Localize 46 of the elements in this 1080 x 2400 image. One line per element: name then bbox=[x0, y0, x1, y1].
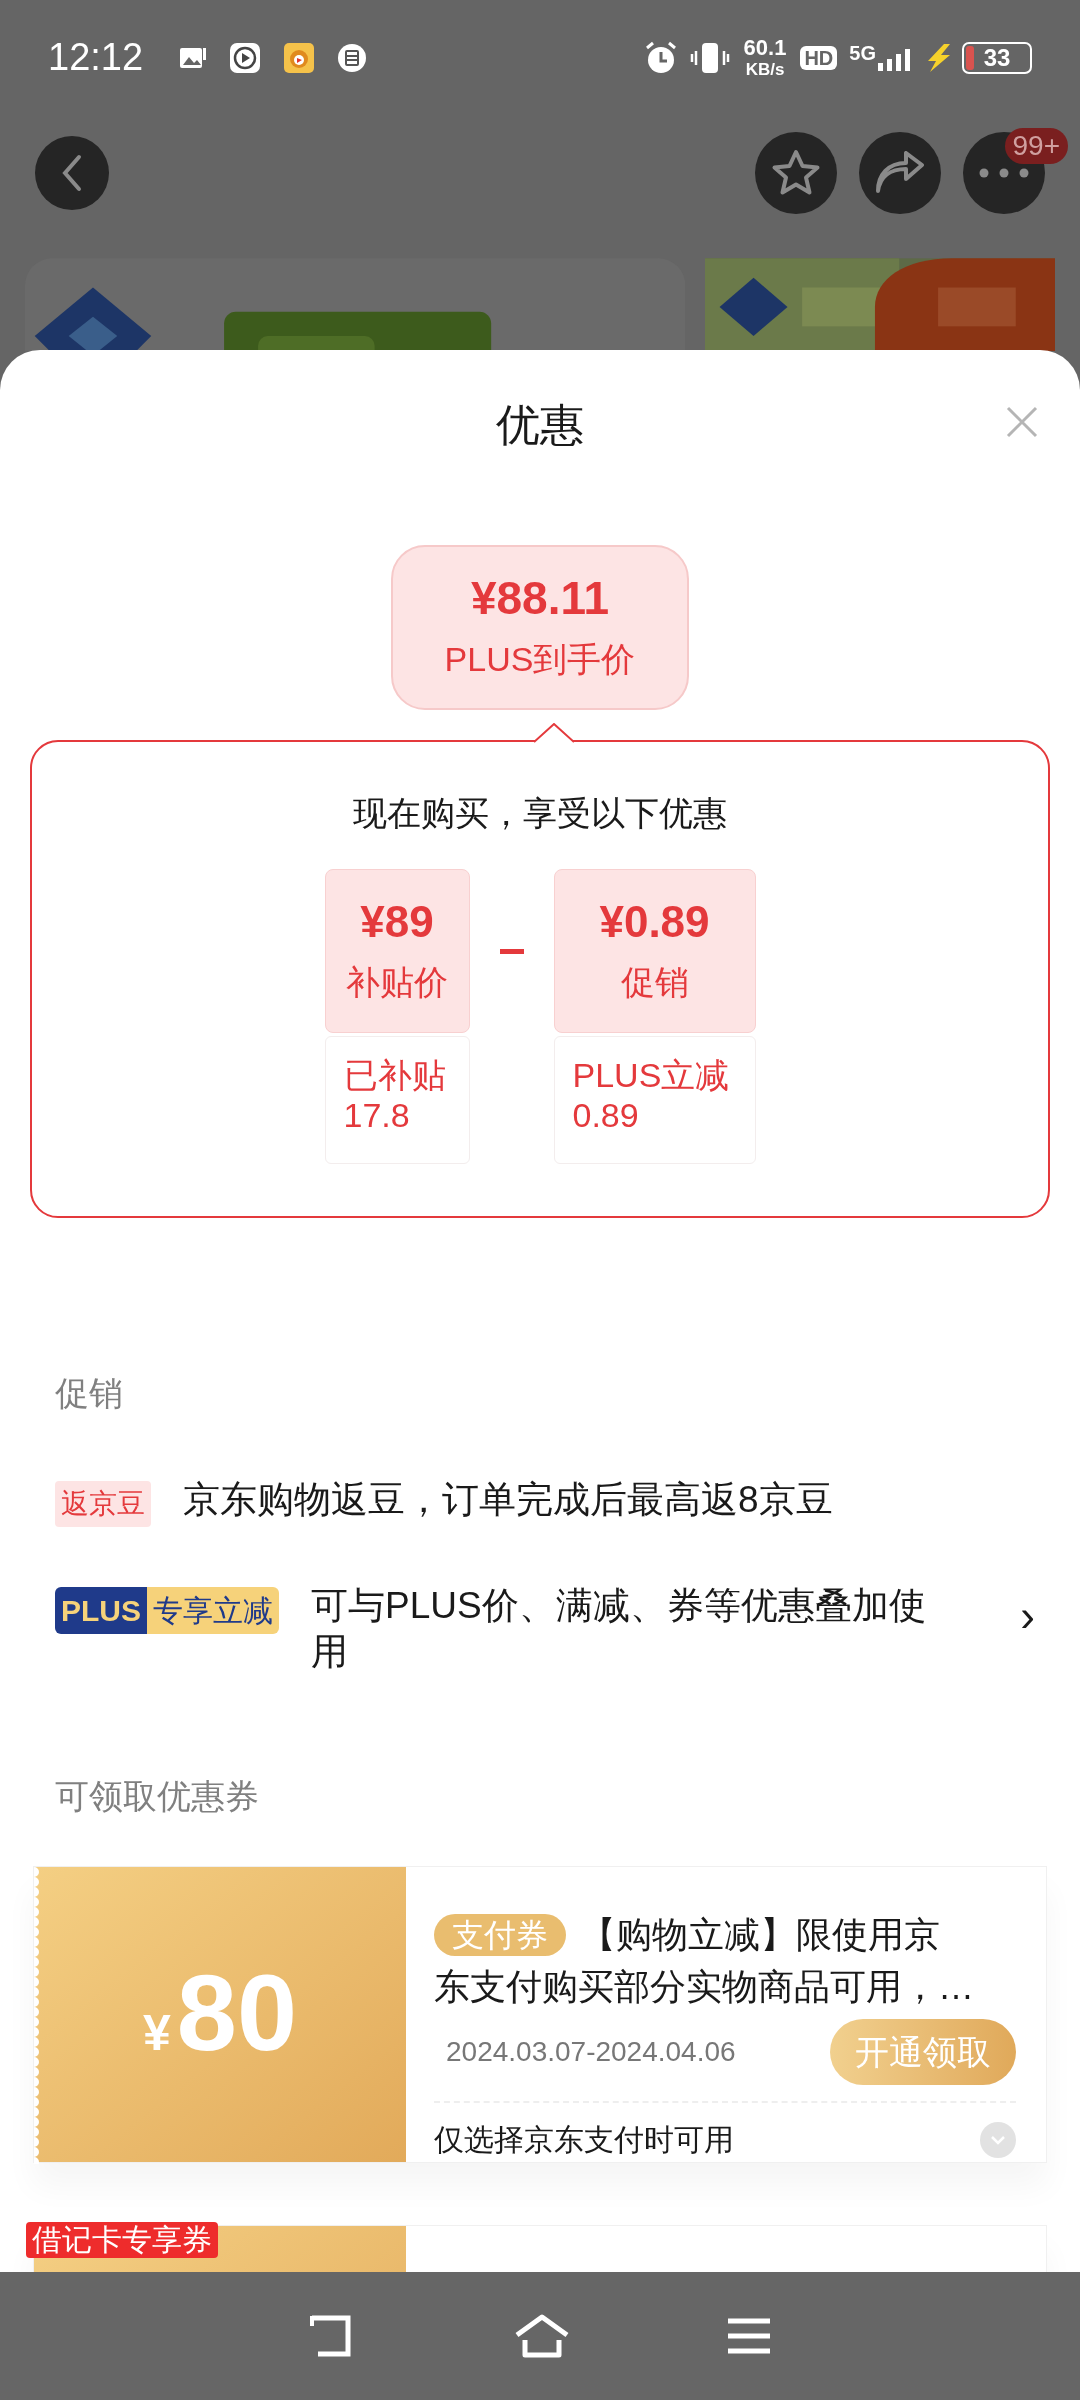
promo-text: 可与PLUS价、满减、券等优惠叠加使用 bbox=[311, 1584, 927, 1674]
coupon-description: 东支付购买部分实物商品可用，… bbox=[434, 1965, 974, 2009]
cell-price: ¥0.89 bbox=[599, 896, 710, 948]
chevron-down-icon bbox=[990, 2134, 1006, 2145]
home-icon[interactable] bbox=[513, 2313, 571, 2359]
coupon-amount: 80 bbox=[176, 1958, 297, 2067]
notification-icon bbox=[337, 42, 368, 73]
promo-text: 京东购物返豆，订单完成后最高返8京豆 bbox=[183, 1478, 834, 1522]
share-arrow-icon bbox=[874, 151, 926, 195]
promo-tag: 专享立减 bbox=[147, 1587, 279, 1634]
speed-unit: KB/s bbox=[745, 61, 785, 78]
chevron-link[interactable]: › bbox=[1020, 1583, 1035, 1649]
sheet-title: 优惠 bbox=[496, 399, 584, 451]
detail-text: 已补贴 17.8 bbox=[343, 1055, 447, 1135]
coupon-ribbon: 借记卡专享券 bbox=[26, 2222, 218, 2258]
vibrate-icon bbox=[689, 40, 730, 75]
validity-dates: 2024.03.07-2024.04.06 bbox=[446, 2035, 736, 2069]
final-price: ¥88.11 bbox=[470, 571, 610, 627]
network-type: 5G bbox=[849, 42, 876, 63]
plus-tag: PLUS bbox=[55, 1587, 147, 1634]
coupon-type-tag: 支付券 bbox=[434, 1914, 566, 1956]
minus-icon bbox=[499, 948, 524, 954]
section-heading: 可领取优惠券 bbox=[54, 1776, 260, 1817]
more-dots-icon bbox=[979, 168, 1029, 178]
play-icon bbox=[229, 41, 262, 74]
hd-indicator: HD bbox=[800, 45, 838, 70]
battery-indicator: 33 bbox=[962, 41, 1032, 74]
price-label: PLUS到手价 bbox=[444, 638, 636, 680]
alarm-icon bbox=[643, 40, 678, 75]
network-speed: 60.1 bbox=[743, 37, 787, 59]
discount-heading: 现在购买，享受以下优惠 bbox=[353, 793, 727, 834]
clock-time: 12:12 bbox=[48, 35, 144, 80]
menu-icon[interactable] bbox=[726, 2317, 772, 2355]
close-icon bbox=[1005, 405, 1039, 439]
detail-text: PLUS立减 0.89 bbox=[572, 1055, 731, 1135]
cell-label: 补贴价 bbox=[346, 962, 448, 1003]
notification-badge: 99+ bbox=[1004, 128, 1068, 164]
coupon-condition: 仅选择京东支付时可用 bbox=[434, 2122, 734, 2158]
coupon-description: 【购物立减】限使用京 bbox=[580, 1913, 940, 1957]
cell-label: 促销 bbox=[620, 962, 689, 1003]
section-heading: 促销 bbox=[54, 1373, 124, 1414]
star-icon bbox=[770, 148, 822, 198]
promo-tag: 返京豆 bbox=[55, 1481, 151, 1527]
cell-price: ¥89 bbox=[360, 896, 434, 948]
currency-symbol: ¥ bbox=[143, 2003, 171, 2063]
app-icon bbox=[283, 41, 316, 74]
